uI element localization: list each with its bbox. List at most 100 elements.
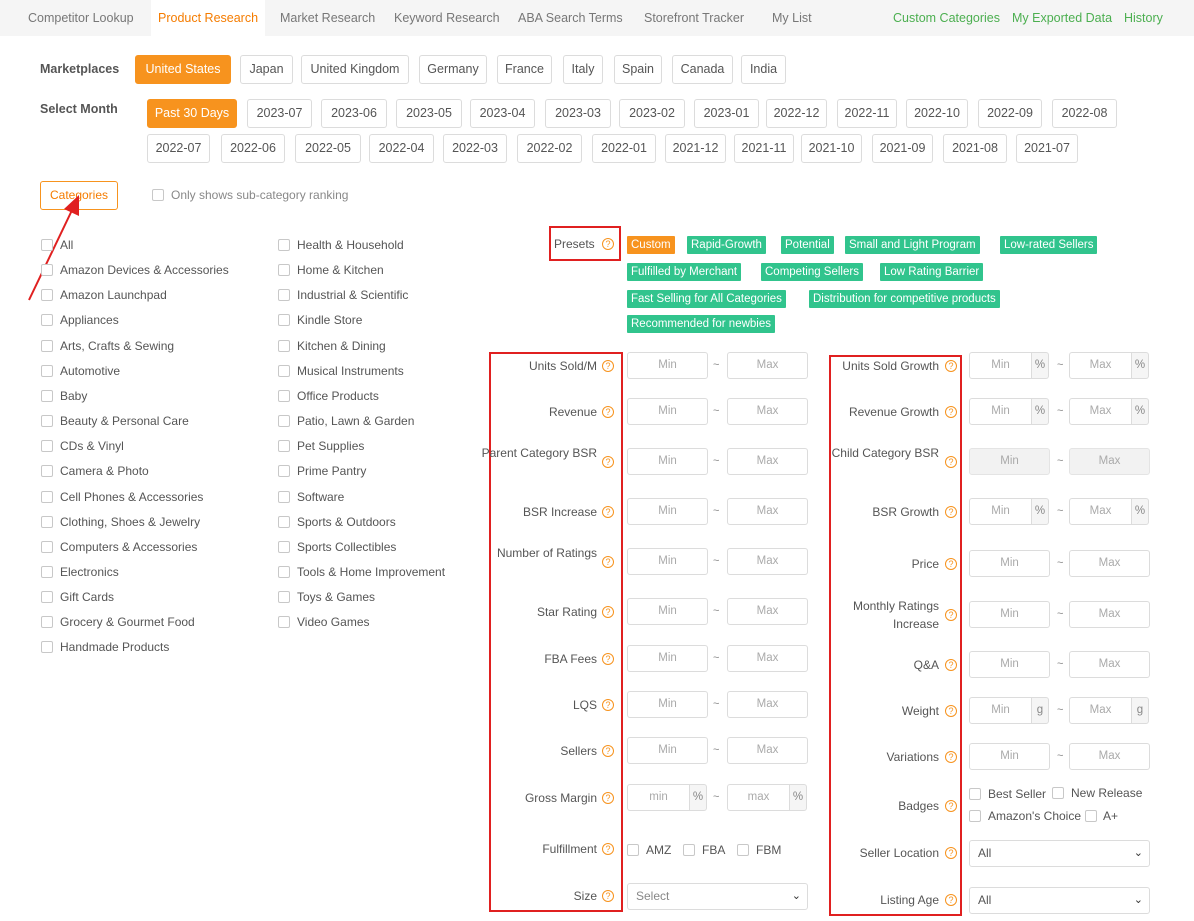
filter-lqs-min-input[interactable]: Min [627,691,708,718]
tab-competitor-lookup[interactable]: Competitor Lookup [20,0,142,36]
filter-units-sold-m-help-icon[interactable]: ? [602,360,614,372]
filter-parent-category-bsr-max-input[interactable]: Max [727,448,808,475]
filter-number-of-ratings-max-input[interactable]: Max [727,548,808,575]
category-checkbox-grocery-gourmet-food[interactable] [41,616,53,628]
filter-sellers-max-input[interactable]: Max [727,737,808,764]
filter-q-a-help-icon[interactable]: ? [945,659,957,671]
preset-recommended-for-newbies[interactable]: Recommended for newbies [627,315,775,333]
category-checkbox-amazon-launchpad[interactable] [41,289,53,301]
category-checkbox-musical-instruments[interactable] [278,365,290,377]
filter-star-rating-help-icon[interactable]: ? [602,606,614,618]
category-checkbox-electronics[interactable] [41,566,53,578]
filter-revenue-growth-help-icon[interactable]: ? [945,406,957,418]
month-2021-07[interactable]: 2021-07 [1016,134,1078,163]
marketplace-germany[interactable]: Germany [419,55,487,84]
filter-revenue-min-input[interactable]: Min [627,398,708,425]
filter-units-sold-growth-help-icon[interactable]: ? [945,360,957,372]
filter-variations-help-icon[interactable]: ? [945,751,957,763]
marketplace-united-kingdom[interactable]: United Kingdom [301,55,409,84]
month-2022-05[interactable]: 2022-05 [295,134,361,163]
category-checkbox-kitchen-dining[interactable] [278,340,290,352]
category-checkbox-arts-crafts-sewing[interactable] [41,340,53,352]
filter-q-a-min-input[interactable]: Min [969,651,1050,678]
filter-bsr-growth-max-input[interactable]: Max [1069,498,1132,525]
preset-custom[interactable]: Custom [627,236,675,254]
month-2022-11[interactable]: 2022-11 [837,99,897,128]
month-2023-07[interactable]: 2023-07 [247,99,312,128]
filter-weight-help-icon[interactable]: ? [945,705,957,717]
preset-potential[interactable]: Potential [781,236,834,254]
category-checkbox-home-kitchen[interactable] [278,264,290,276]
filter-gross-margin-max-input[interactable]: max [727,784,790,811]
category-checkbox-toys-games[interactable] [278,591,290,603]
month-2021-11[interactable]: 2021-11 [734,134,794,163]
month-2022-06[interactable]: 2022-06 [221,134,285,163]
filter-units-sold-m-max-input[interactable]: Max [727,352,808,379]
filter-weight-max-input[interactable]: Max [1069,697,1132,724]
filter-bsr-growth-help-icon[interactable]: ? [945,506,957,518]
tab-my-list[interactable]: My List [764,0,820,36]
category-checkbox-beauty-personal-care[interactable] [41,415,53,427]
category-checkbox-cell-phones-accessories[interactable] [41,491,53,503]
filter-weight-min-input[interactable]: Min [969,697,1032,724]
category-checkbox-software[interactable] [278,491,290,503]
category-checkbox-appliances[interactable] [41,314,53,326]
marketplace-india[interactable]: India [741,55,786,84]
category-checkbox-gift-cards[interactable] [41,591,53,603]
preset-fulfilled-by-merchant[interactable]: Fulfilled by Merchant [627,263,742,281]
month-2022-01[interactable]: 2022-01 [592,134,656,163]
badges-help-icon[interactable]: ? [945,800,957,812]
month-2022-02[interactable]: 2022-02 [517,134,582,163]
filter-revenue-growth-min-input[interactable]: Min [969,398,1032,425]
tab-aba-search-terms[interactable]: ABA Search Terms [510,0,631,36]
filter-monthly-ratings-increase-max-input[interactable]: Max [1069,601,1150,628]
filter-number-of-ratings-help-icon[interactable]: ? [602,556,614,568]
category-checkbox-sports-outdoors[interactable] [278,516,290,528]
badge-a-checkbox[interactable] [1085,810,1097,822]
filter-star-rating-max-input[interactable]: Max [727,598,808,625]
seller-location-select[interactable]: All ⌄ [969,840,1150,867]
filter-gross-margin-help-icon[interactable]: ? [602,792,614,804]
category-checkbox-industrial-scientific[interactable] [278,289,290,301]
subcategory-ranking-checkbox[interactable] [152,189,164,201]
preset-small-and-light-program[interactable]: Small and Light Program [845,236,980,254]
filter-revenue-help-icon[interactable]: ? [602,406,614,418]
tab-keyword-research[interactable]: Keyword Research [386,0,508,36]
marketplace-united-states[interactable]: United States [135,55,231,84]
category-checkbox-camera-photo[interactable] [41,465,53,477]
marketplace-canada[interactable]: Canada [672,55,733,84]
month-2022-12[interactable]: 2022-12 [766,99,827,128]
month-2023-03[interactable]: 2023-03 [545,99,611,128]
filter-bsr-growth-min-input[interactable]: Min [969,498,1032,525]
filter-revenue-growth-max-input[interactable]: Max [1069,398,1132,425]
category-checkbox-automotive[interactable] [41,365,53,377]
filter-price-help-icon[interactable]: ? [945,558,957,570]
size-help-icon[interactable]: ? [602,890,614,902]
marketplace-italy[interactable]: Italy [563,55,603,84]
filter-monthly-ratings-increase-help-icon[interactable]: ? [945,609,957,621]
category-checkbox-cds-vinyl[interactable] [41,440,53,452]
filter-lqs-help-icon[interactable]: ? [602,699,614,711]
category-checkbox-prime-pantry[interactable] [278,465,290,477]
month-2021-09[interactable]: 2021-09 [872,134,933,163]
marketplace-france[interactable]: France [497,55,552,84]
category-checkbox-all[interactable] [41,239,53,251]
filter-monthly-ratings-increase-min-input[interactable]: Min [969,601,1050,628]
filter-price-max-input[interactable]: Max [1069,550,1150,577]
filter-variations-max-input[interactable]: Max [1069,743,1150,770]
marketplace-japan[interactable]: Japan [240,55,293,84]
preset-competing-sellers[interactable]: Competing Sellers [761,263,863,281]
filter-bsr-increase-help-icon[interactable]: ? [602,506,614,518]
preset-low-rating-barrier[interactable]: Low Rating Barrier [880,263,984,281]
filter-gross-margin-min-input[interactable]: min [627,784,690,811]
filter-revenue-max-input[interactable]: Max [727,398,808,425]
filter-fba-fees-help-icon[interactable]: ? [602,653,614,665]
month-2022-04[interactable]: 2022-04 [369,134,434,163]
filter-parent-category-bsr-help-icon[interactable]: ? [602,456,614,468]
history-link[interactable]: History [1124,0,1163,36]
filter-units-sold-growth-min-input[interactable]: Min [969,352,1032,379]
filter-sellers-help-icon[interactable]: ? [602,745,614,757]
filter-sellers-min-input[interactable]: Min [627,737,708,764]
month-2023-06[interactable]: 2023-06 [321,99,387,128]
category-checkbox-kindle-store[interactable] [278,314,290,326]
